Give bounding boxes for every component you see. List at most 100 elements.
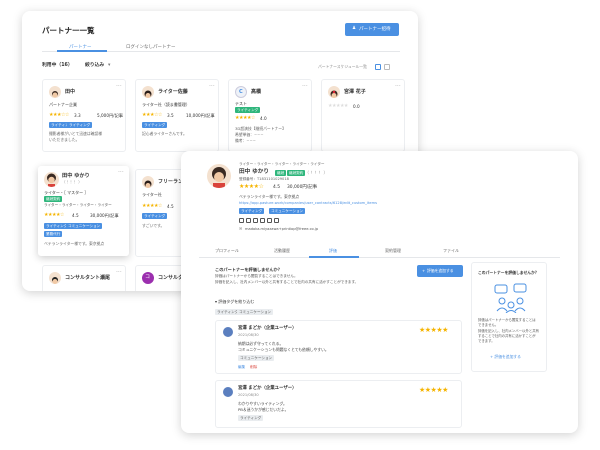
instagram-icon[interactable] <box>253 218 258 223</box>
partner-name: 高橋 <box>251 89 262 95</box>
review-date: 2021/08/30 <box>238 393 259 397</box>
rating-value: 4.5 <box>273 184 280 190</box>
review-text: 納期は必ず守ってくれる。 <box>238 341 284 346</box>
twitter-icon[interactable] <box>246 218 251 223</box>
skill-tag: コミュニケーション <box>66 223 103 229</box>
add-evaluation-button[interactable]: + 評価を追加する <box>417 265 463 277</box>
more-icon[interactable]: ··· <box>395 83 401 90</box>
partner-name: 田中 ゆかり <box>239 169 269 175</box>
invite-partner-label: パートナー招待 <box>359 26 391 32</box>
tab-profile[interactable]: プロフィール <box>215 248 239 254</box>
side-panel-text: できます。 <box>478 339 495 343</box>
schedule-view-link[interactable]: パートナースケジュール一覧 <box>318 65 367 69</box>
partner-note: 記心者ライターさんです。 <box>142 131 187 136</box>
registration-number: 登録番号：T1831101029018 <box>239 177 289 181</box>
page-title: パートナー一覧 <box>42 26 95 35</box>
partner-role: ライター社（読ま書管理） <box>142 102 190 107</box>
note-icon[interactable] <box>267 218 272 223</box>
price: 5,000円/記事 <box>97 113 123 118</box>
partner-note: 撮影者様がいとて迅速は確認様 <box>49 131 103 136</box>
side-add-evaluation-link[interactable]: + 評価を追加する <box>490 355 521 359</box>
filter-active-count[interactable]: 利用中（16） <box>42 63 73 69</box>
partner-note: 備考：~~~ <box>235 138 256 143</box>
chat-users-icon <box>494 283 527 313</box>
avatar <box>49 86 61 98</box>
partner-name: 田中 <box>65 89 76 95</box>
eval-question: このパートナーを評価しませんか？ <box>215 267 282 272</box>
partner-card-selected[interactable]: 田中 ゆかり （ ！！！ ） ··· ライター・［ マスター ］ 継続契約 ライ… <box>38 166 129 256</box>
rating-value: 4.5 <box>167 204 174 209</box>
rating-value: 4.0 <box>260 116 267 121</box>
skill-tag: ライティング <box>142 213 168 219</box>
partner-note: ベテランライター様です。東京拠点 <box>44 241 105 246</box>
rating-stars: ★★★☆☆ <box>142 112 162 118</box>
review-tag: ライティング <box>238 415 264 421</box>
partner-role: テスト <box>235 101 247 106</box>
chevron-down-icon[interactable]: ▾ <box>108 63 110 69</box>
more-icon[interactable]: ··· <box>116 269 122 276</box>
avatar: コ <box>142 272 154 284</box>
partner-card[interactable]: コンサルタント瀬尾 ··· <box>42 265 126 291</box>
delete-review-link[interactable]: 削除 <box>250 365 257 370</box>
evaluation-side-panel: このパートナーを評価しませんか？ 評価はパートナーから閲覧することは できません… <box>471 262 547 372</box>
social-links <box>239 218 279 223</box>
rating-stars: ★★★★☆ <box>239 183 264 190</box>
partner-sub: ライター・ライター・ライター・ライター <box>44 203 112 207</box>
tab-contract[interactable]: 契約管理 <box>385 248 401 254</box>
partner-card[interactable]: 田中 ··· パートナー企業 ★★★☆☆ 3.3 5,000円/記事 ライティン… <box>42 79 126 152</box>
rating-value: 3.5 <box>167 113 174 118</box>
price: 10,000円/記事 <box>186 113 215 118</box>
filter-more[interactable]: 絞り込み <box>85 63 104 69</box>
active-tab-indicator <box>309 256 359 258</box>
review-text: コミュニケーションも問題なくとても依頼しやすい。 <box>238 347 329 352</box>
partner-note: 希望単価：~~~ <box>235 132 264 137</box>
contract-badge: ライティング <box>235 107 261 113</box>
side-panel-text: することで社内の共有に活かすことが <box>478 334 536 338</box>
partner-detail-window: ライター・ライター・ライター・ライター・ライター 田中 ゆかり 継続 継続契約 … <box>181 151 578 433</box>
link-icon[interactable] <box>274 218 279 223</box>
skill-tag: ライティング <box>142 122 168 128</box>
review-text: PB＆迷うかが感じだいだよ。 <box>238 407 289 412</box>
edit-review-link[interactable]: 編集 <box>238 365 245 370</box>
contract-badge: 継続契約 <box>287 170 306 176</box>
review-text: わかりやすいライティング。 <box>238 401 287 406</box>
side-panel-text: 評価を記入し、社内メンバー以外と共有 <box>478 329 540 333</box>
tab-no-login-partner[interactable]: ログインなしパートナー <box>126 44 176 50</box>
tab-files[interactable]: ファイル <box>443 248 459 254</box>
partner-role: ライター・［ マスター ］ <box>44 190 89 195</box>
detail-tabs: プロフィール 活動履歴 評価 契約管理 ファイル <box>199 240 560 258</box>
rating-stars: ★★★★☆ <box>44 212 64 218</box>
rating-value: 4.5 <box>72 213 79 218</box>
partner-name: 宮澤 花子 <box>344 89 366 95</box>
review-stars: ★★★★★ <box>419 386 448 394</box>
tab-activity[interactable]: 活動履歴 <box>274 248 290 254</box>
facebook-icon[interactable] <box>239 218 244 223</box>
more-icon[interactable]: ··· <box>116 83 122 90</box>
rating-stars: ★★★★★ <box>328 103 348 109</box>
more-icon[interactable]: ··· <box>302 83 308 90</box>
company-logo-icon: C <box>235 86 247 98</box>
invite-partner-button[interactable]: ♟ パートナー招待 <box>345 23 399 36</box>
grid-view-icon[interactable] <box>375 64 381 70</box>
more-icon[interactable]: ··· <box>118 169 124 176</box>
side-panel-text: 評価はパートナーから閲覧することは <box>478 318 536 322</box>
plus-icon: + <box>490 354 494 359</box>
custom-items-link[interactable]: https://app.pasture.work/companies/user_… <box>239 201 377 206</box>
review-item: 宮澤 まどか（企業ユーザー） 2021/08/30 ★★★★★ 納期は必ず守って… <box>215 320 462 374</box>
partner-card[interactable]: ライター佐藤 ··· ライター社（読ま書管理） ★★★☆☆ 3.5 10,000… <box>135 79 219 152</box>
review-date: 2021/08/30 <box>238 333 259 337</box>
partner-email: madoka.miyazawa+printiop@freee.co.jp <box>245 226 319 231</box>
rating-stars: ★★★★☆ <box>235 115 255 121</box>
tab-evaluation[interactable]: 評価 <box>329 248 337 254</box>
more-icon[interactable]: ··· <box>209 83 215 90</box>
partner-card[interactable]: C 高橋 ··· テスト ライティング ★★★★☆ 4.0 3D超演技【継続パー… <box>228 79 312 152</box>
youtube-icon[interactable] <box>260 218 265 223</box>
filter-tag[interactable]: コミュニケーション <box>237 309 274 315</box>
partner-kana: （ ！！！ ） <box>305 170 328 175</box>
avatar <box>223 327 233 337</box>
contract-badge: 継続 <box>275 170 287 176</box>
review-tag: コミュニケーション <box>238 355 275 361</box>
list-view-icon[interactable] <box>384 64 390 70</box>
partner-card[interactable]: 宮澤 花子 ··· ★★★★★ 0.0 <box>321 79 405 152</box>
skill-tag: 業務代行 <box>44 231 63 237</box>
